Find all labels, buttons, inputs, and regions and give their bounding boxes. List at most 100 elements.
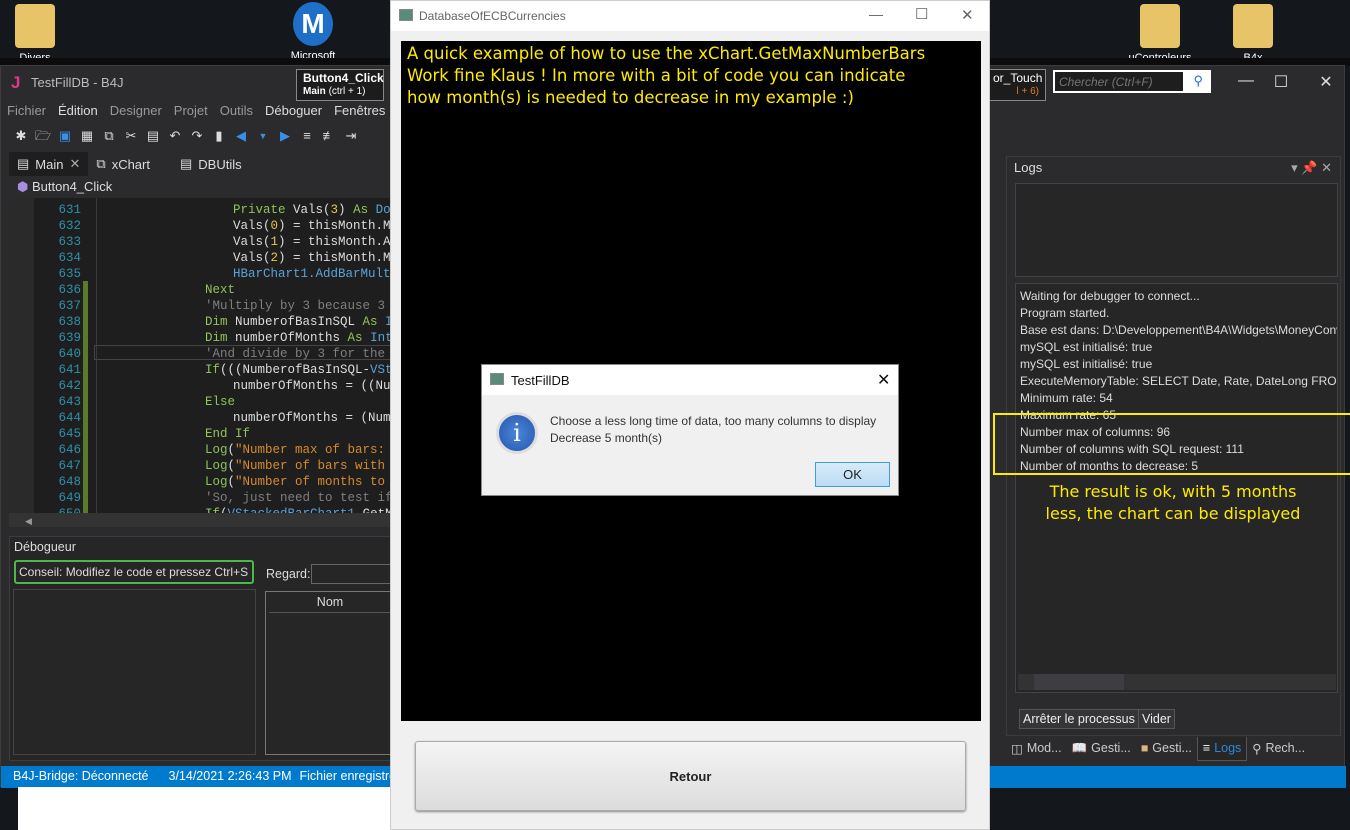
code-token: Vals( (233, 235, 271, 249)
menu-outils[interactable]: Outils (214, 99, 259, 123)
status-timestamp: 3/14/2021 2:26:43 PM (168, 769, 292, 783)
line-number: 644 (58, 411, 81, 425)
copy-icon[interactable]: ⧉ (101, 128, 117, 144)
retour-button[interactable]: Retour (415, 741, 966, 811)
code-line: Vals(1) = thisMonth.AVG (233, 235, 391, 249)
class-icon: ⧉ (96, 156, 106, 171)
tab-libraries[interactable]: 📖 Gesti... (1067, 737, 1136, 761)
close-button[interactable]: ✕ (877, 370, 890, 390)
chevron-down-icon[interactable]: ▼ (255, 128, 271, 144)
desktop-icon-b4x[interactable]: B4x (1218, 4, 1288, 64)
tab-modules[interactable]: ◫ Mod... (1006, 737, 1067, 761)
scroll-left-icon[interactable]: ◀ (9, 516, 32, 526)
panel-controls-icon[interactable]: ▾ 📌 ✕ (1291, 160, 1332, 176)
redo-icon[interactable]: ↷ (189, 128, 205, 144)
code-token: numberOfMonths = ((Numb (233, 379, 391, 393)
code-token: 'Multiply by 3 because 3 ba (205, 299, 391, 313)
code-line: numberOfMonths = ((Numb (233, 379, 391, 393)
folder-icon: ■ (1140, 741, 1149, 755)
menu-designer[interactable]: Designer (104, 99, 168, 123)
breadcrumb[interactable]: ⬢ Button4_Click (9, 177, 391, 197)
logs-horizontal-scrollbar[interactable] (1018, 674, 1336, 690)
code-token: ( (227, 459, 236, 473)
code-token: ) (338, 203, 354, 217)
forward-icon[interactable]: ▶ (277, 128, 293, 144)
quick-tab-touch[interactable]: or_Touch l + 6) (986, 69, 1046, 101)
menu-fichier[interactable]: Fichier (1, 99, 52, 123)
search-icon: ⚲ (1252, 742, 1262, 756)
maximize-button[interactable]: ☐ (915, 5, 928, 23)
close-icon[interactable]: ✕ (69, 156, 80, 172)
code-token: Private (233, 203, 294, 217)
tab-label: Mod... (1026, 741, 1062, 755)
close-button[interactable]: ✕ (961, 6, 974, 24)
code-token: ( (227, 475, 236, 489)
line-number: 648 (58, 475, 81, 489)
cut-icon[interactable]: ✂ (123, 128, 139, 144)
stop-process-button[interactable]: Arrêter le processus (1019, 709, 1139, 729)
line-number: 639 (58, 331, 81, 345)
maximize-button[interactable]: ☐ (1266, 72, 1296, 92)
code-token: If (205, 363, 221, 377)
paste-icon[interactable]: ▤ (145, 128, 161, 144)
back-icon[interactable]: ◀ (233, 128, 249, 144)
desktop-icon-divers[interactable]: Divers (0, 4, 70, 64)
undo-icon[interactable]: ↶ (167, 128, 183, 144)
search-input[interactable] (1055, 72, 1183, 91)
search-icon[interactable]: ⚲ (1193, 73, 1203, 89)
close-button[interactable]: ✕ (1311, 72, 1341, 92)
tab-dbutils[interactable]: ▤ DBUtils (172, 152, 250, 176)
message-line: how month(s) is needed to decrease in my… (407, 88, 854, 107)
app-title-bar: DatabaseOfECBCurrencies — ☐ ✕ (391, 1, 989, 31)
menu-fenetres[interactable]: Fenêtres (328, 99, 391, 123)
debugger-panel: Débogueur Conseil: Modifiez le code et p… (9, 536, 396, 761)
menu-edition[interactable]: Édition (52, 99, 104, 123)
save-all-icon[interactable]: ▦ (79, 128, 95, 144)
minimize-button[interactable]: — (869, 6, 883, 22)
code-line: Dim numberOfMonths As Int (205, 331, 391, 345)
clear-logs-button[interactable]: Vider (1138, 709, 1175, 729)
code-token: 'So, just need to test if t (205, 491, 391, 505)
code-token: 3 (330, 203, 339, 217)
tab-xchart[interactable]: ⧉ xChart (88, 152, 158, 176)
info-dialog: TestFillDB ✕ i Choose a less long time o… (481, 364, 899, 496)
tab-main[interactable]: ▤ Main ✕ (9, 152, 89, 176)
line-number: 647 (58, 459, 81, 473)
menu-deboguer[interactable]: Déboguer (259, 99, 328, 123)
save-icon[interactable]: ▣ (57, 128, 73, 144)
watch-input[interactable] (311, 564, 396, 584)
indent-icon[interactable]: ⇥ (343, 128, 359, 144)
code-line: Else (205, 395, 235, 409)
breadcrumb-label: Button4_Click (31, 179, 113, 194)
desktop-icon-microsoft[interactable]: M Microsoft (278, 2, 348, 62)
call-stack-list[interactable] (13, 589, 256, 755)
tab-logs[interactable]: ≡ Logs (1196, 737, 1248, 761)
scrollbar-thumb[interactable] (1034, 674, 1124, 690)
uncomment-icon[interactable]: ≢ (321, 128, 337, 144)
minimize-button[interactable]: — (1231, 72, 1261, 90)
ok-button[interactable]: OK (815, 462, 890, 487)
code-editor[interactable]: 631Private Vals(3) As Doub632Vals(0) = t… (9, 198, 391, 513)
sub-icon: ⬢ (17, 179, 29, 194)
bookmark-icon[interactable]: ▮ (211, 128, 227, 144)
logs-filter-area (1015, 183, 1338, 277)
column-header-nom[interactable]: Nom (269, 592, 391, 613)
new-file-icon[interactable]: ✱ (13, 128, 29, 144)
menu-bar: Fichier Édition Designer Projet Outils D… (1, 99, 391, 123)
search-box[interactable]: ⚲ (1053, 70, 1211, 93)
tab-label: Logs (1214, 741, 1242, 755)
quick-tab-button4-click[interactable]: Button4_Click Main (ctrl + 1) (296, 69, 384, 101)
log-line: Minimum rate: 54 (1020, 391, 1113, 405)
horizontal-scrollbar[interactable]: ◀ (9, 513, 391, 527)
tab-files[interactable]: ■ Gesti... (1136, 737, 1197, 761)
comment-icon[interactable]: ≡ (299, 128, 315, 144)
code-token: ) = thisMonth.Max (278, 251, 391, 265)
tab-search[interactable]: ⚲ Rech... (1247, 737, 1310, 761)
module-icon: ▤ (179, 156, 193, 171)
variables-table[interactable]: Nom (265, 591, 395, 755)
code-line: Log("Number of bars with SQ (205, 459, 391, 473)
menu-projet[interactable]: Projet (168, 99, 214, 123)
desktop-icon-ucontroleurs[interactable]: uControleurs (1125, 4, 1195, 64)
open-icon[interactable]: 🗁 (35, 128, 51, 144)
logs-icon: ≡ (1202, 741, 1211, 755)
